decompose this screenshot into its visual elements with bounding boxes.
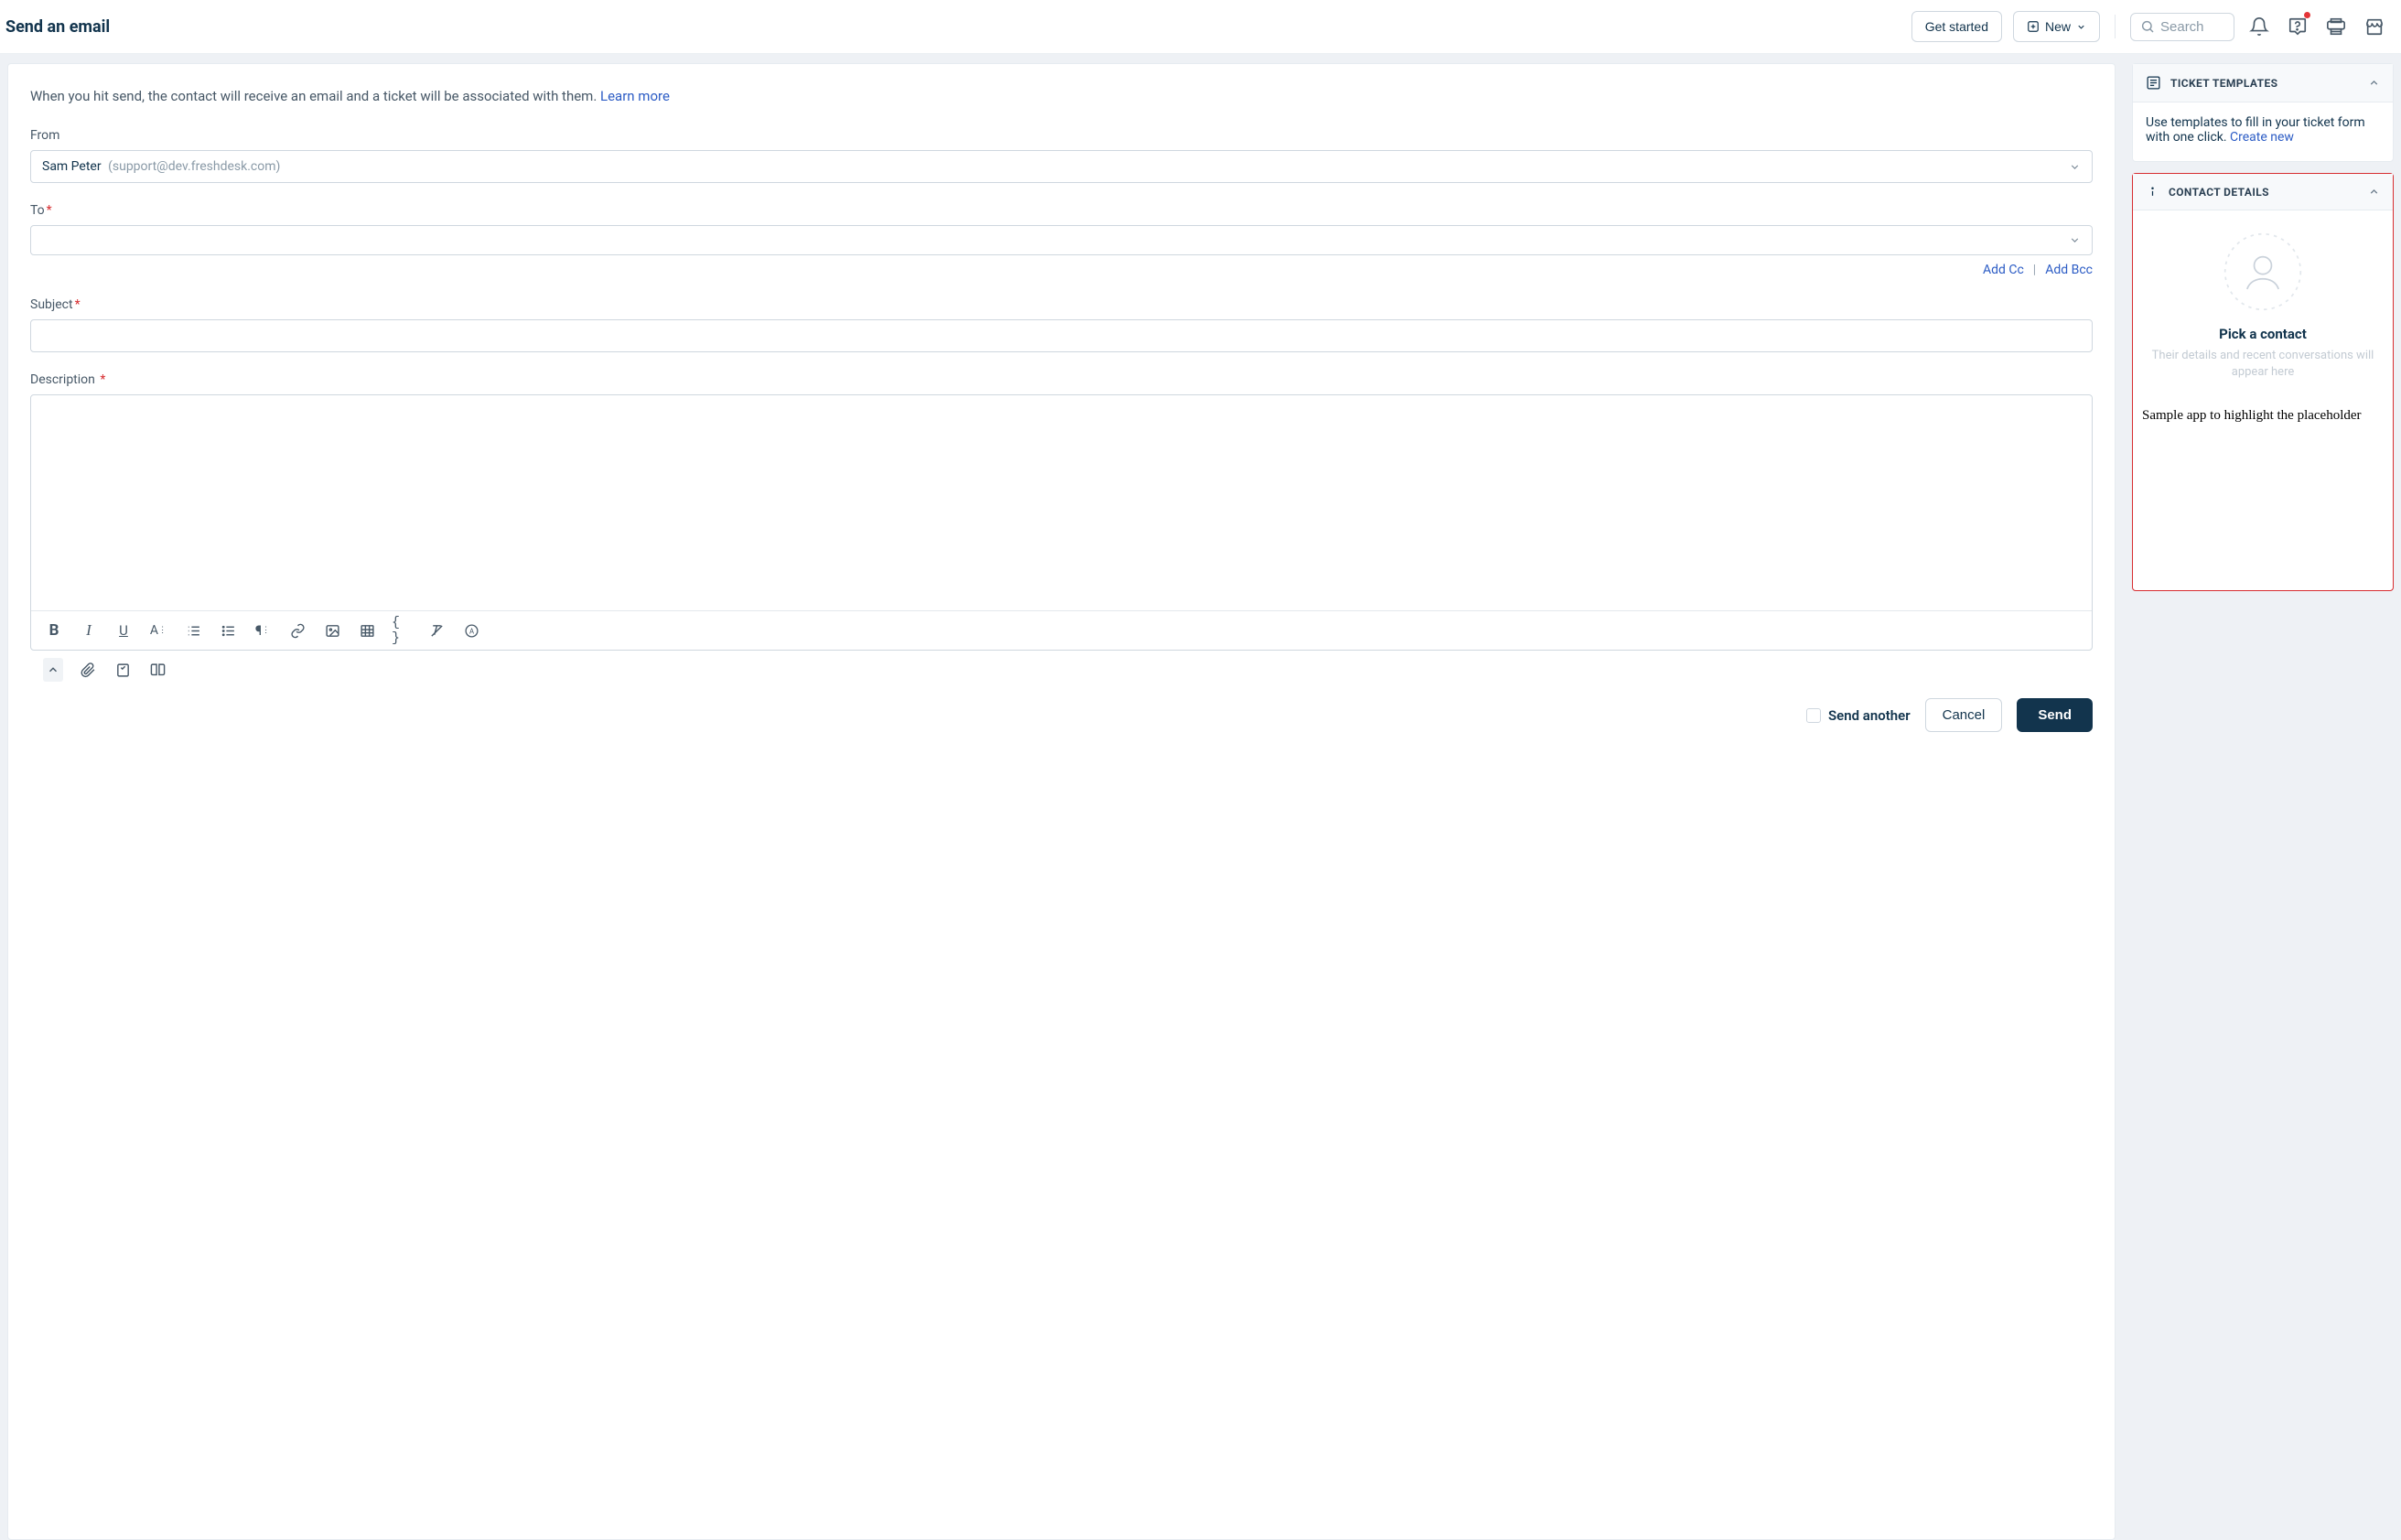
notifications-button[interactable] bbox=[2245, 13, 2273, 40]
help-icon bbox=[2288, 16, 2308, 37]
divider bbox=[2115, 15, 2116, 38]
send-button[interactable]: Send bbox=[2017, 698, 2093, 732]
new-label: New bbox=[2045, 19, 2071, 34]
italic-button[interactable]: I bbox=[79, 620, 99, 641]
from-field: From Sam Peter (support@dev.freshdesk.co… bbox=[30, 128, 2093, 183]
from-label: From bbox=[30, 128, 2093, 143]
contact-details-panel: CONTACT DETAILS Pick a contact Their det… bbox=[2132, 173, 2394, 591]
cc-bcc-row: Add Cc | Add Bcc bbox=[30, 263, 2093, 277]
to-field: To* Add Cc | Add Bcc bbox=[30, 203, 2093, 277]
cancel-button[interactable]: Cancel bbox=[1925, 698, 2003, 732]
pick-contact-title: Pick a contact bbox=[2137, 326, 2389, 342]
paragraph-format-button[interactable]: ¶⋮ bbox=[253, 620, 273, 641]
subject-input[interactable] bbox=[30, 319, 2093, 352]
intro-text-body: When you hit send, the contact will rece… bbox=[30, 88, 600, 104]
form-footer: Send another Cancel Send bbox=[30, 682, 2093, 747]
unordered-list-button[interactable] bbox=[218, 620, 238, 641]
notification-dot bbox=[2304, 12, 2310, 18]
right-sidebar: TICKET TEMPLATES Use templates to fill i… bbox=[2132, 63, 2394, 1540]
contact-details-title: CONTACT DETAILS bbox=[2169, 186, 2269, 199]
from-email: (support@dev.freshdesk.com) bbox=[108, 159, 280, 174]
ticket-templates-body: Use templates to fill in your ticket for… bbox=[2133, 102, 2393, 161]
underline-button[interactable]: U bbox=[113, 620, 134, 641]
to-label: To* bbox=[30, 203, 2093, 218]
chevron-down-icon bbox=[2076, 22, 2086, 32]
sample-app-note: Sample app to highlight the placeholder bbox=[2133, 393, 2393, 589]
to-label-text: To bbox=[30, 203, 45, 218]
learn-more-link[interactable]: Learn more bbox=[600, 88, 670, 104]
description-label-text: Description bbox=[30, 372, 95, 387]
intro-text: When you hit send, the contact will rece… bbox=[30, 88, 2093, 104]
pick-contact-subtitle: Their details and recent conversations w… bbox=[2137, 348, 2389, 381]
contact-empty-state: Pick a contact Their details and recent … bbox=[2133, 210, 2393, 393]
ticket-templates-title: TICKET TEMPLATES bbox=[2170, 77, 2277, 90]
cc-sep: | bbox=[2033, 263, 2036, 277]
to-select[interactable] bbox=[30, 225, 2093, 255]
code-button[interactable]: { } bbox=[392, 620, 412, 641]
template-icon bbox=[2146, 75, 2161, 91]
image-button[interactable] bbox=[322, 620, 342, 641]
search-icon bbox=[2140, 19, 2155, 34]
canned-response-button[interactable] bbox=[113, 658, 133, 682]
contact-details-header[interactable]: CONTACT DETAILS bbox=[2133, 174, 2393, 210]
subject-label-text: Subject bbox=[30, 297, 73, 312]
send-another-checkbox[interactable] bbox=[1806, 708, 1821, 723]
printer-icon bbox=[2326, 16, 2346, 37]
more-formatting-button[interactable]: A bbox=[461, 620, 481, 641]
page-title: Send an email bbox=[5, 17, 110, 37]
page-body: When you hit send, the contact will rece… bbox=[0, 54, 2401, 1540]
editor-sub-toolbar bbox=[30, 651, 2093, 682]
add-bcc-link[interactable]: Add Bcc bbox=[2045, 263, 2093, 277]
svg-text:A: A bbox=[468, 627, 473, 635]
new-button[interactable]: New bbox=[2013, 11, 2100, 42]
from-name: Sam Peter bbox=[42, 159, 102, 174]
ticket-templates-panel: TICKET TEMPLATES Use templates to fill i… bbox=[2132, 63, 2394, 162]
from-select[interactable]: Sam Peter (support@dev.freshdesk.com) bbox=[30, 150, 2093, 183]
search-box[interactable] bbox=[2130, 13, 2234, 41]
marketplace-icon bbox=[2364, 16, 2385, 37]
plus-box-icon bbox=[2027, 20, 2040, 33]
text-color-button[interactable]: A⋮ bbox=[148, 620, 168, 641]
table-button[interactable] bbox=[357, 620, 377, 641]
header-actions: Get started New bbox=[1911, 11, 2388, 42]
avatar-placeholder bbox=[2223, 232, 2302, 311]
bell-icon bbox=[2249, 16, 2269, 37]
app-header: Send an email Get started New bbox=[0, 0, 2401, 54]
description-label: Description * bbox=[30, 372, 2093, 387]
ticket-templates-header[interactable]: TICKET TEMPLATES bbox=[2133, 64, 2393, 102]
send-another-label: Send another bbox=[1828, 707, 1911, 724]
knowledge-base-button[interactable] bbox=[147, 658, 167, 682]
attachment-button[interactable] bbox=[78, 658, 98, 682]
expand-button[interactable] bbox=[43, 658, 63, 682]
rich-text-editor: B I U A⋮ ¶⋮ bbox=[30, 394, 2093, 651]
add-cc-link[interactable]: Add Cc bbox=[1983, 263, 2024, 277]
clear-format-button[interactable] bbox=[426, 620, 447, 641]
description-field: Description * B I U A⋮ ¶⋮ bbox=[30, 372, 2093, 682]
help-button[interactable] bbox=[2284, 13, 2311, 40]
info-icon bbox=[2146, 185, 2159, 199]
compose-form: When you hit send, the contact will rece… bbox=[7, 63, 2116, 1540]
search-input[interactable] bbox=[2160, 19, 2224, 35]
chevron-down-icon bbox=[2069, 161, 2081, 173]
chevron-up-icon bbox=[2368, 77, 2380, 89]
bold-button[interactable]: B bbox=[44, 620, 64, 641]
required-mark: * bbox=[75, 297, 81, 312]
get-started-button[interactable]: Get started bbox=[1911, 11, 2002, 42]
required-mark: * bbox=[100, 372, 105, 387]
required-mark: * bbox=[47, 203, 52, 218]
link-button[interactable] bbox=[287, 620, 307, 641]
subject-field: Subject* bbox=[30, 297, 2093, 352]
editor-toolbar: B I U A⋮ ¶⋮ bbox=[31, 610, 2092, 650]
ordered-list-button[interactable] bbox=[183, 620, 203, 641]
chevron-down-icon bbox=[2069, 234, 2081, 246]
subject-label: Subject* bbox=[30, 297, 2093, 312]
create-template-link[interactable]: Create new bbox=[2230, 130, 2294, 145]
send-another-toggle[interactable]: Send another bbox=[1806, 707, 1911, 724]
printer-button[interactable] bbox=[2322, 13, 2350, 40]
get-started-label: Get started bbox=[1925, 19, 1988, 34]
chevron-up-icon bbox=[2368, 186, 2380, 198]
marketplace-button[interactable] bbox=[2361, 13, 2388, 40]
description-input[interactable] bbox=[31, 395, 2092, 610]
